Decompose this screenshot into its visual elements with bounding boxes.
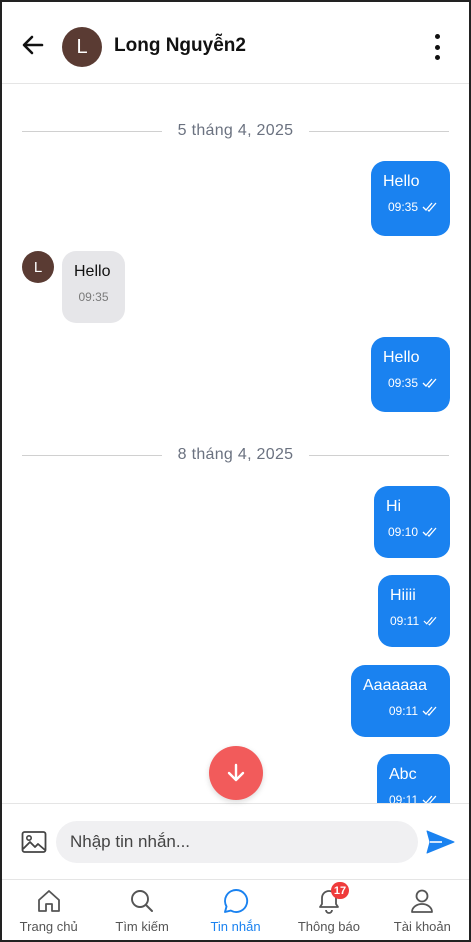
outgoing-message[interactable]: Abc 09:11 [377,754,450,803]
nav-label: Tài khoản [393,919,451,934]
chat-icon [223,889,248,913]
arrow-down-icon [227,763,245,782]
nav-label: Thông báo [297,919,360,934]
message-text: Hello [383,349,420,366]
outgoing-message[interactable]: Hello 09:35 [371,161,450,236]
double-check-icon [422,527,437,537]
sender-avatar[interactable]: L [22,251,54,283]
nav-item-home[interactable]: Trang chủ [2,880,95,940]
outgoing-message[interactable]: Hiiii 09:11 [378,575,450,647]
date-separator-text: 5 tháng 4, 2025 [177,122,294,139]
message-text: Aaaaaaa [363,677,428,694]
outgoing-message[interactable]: Hello 09:35 [371,337,450,412]
outgoing-message[interactable]: Aaaaaaa 09:11 [351,665,450,737]
nav-label: Tìm kiếm [115,919,169,934]
message-time: 09:11 [390,614,420,628]
nav-label: Trang chủ [19,919,78,934]
search-icon [131,890,154,912]
message-time: 09:11 [388,704,418,718]
bottom-nav: Trang chủ Tìm kiếm Tin nhắn 17 Thông báo… [2,879,469,940]
scroll-to-bottom-button[interactable] [209,746,263,800]
message-text: Hi [386,498,402,515]
message-text: Hiiii [390,587,416,604]
nav-item-search[interactable]: Tìm kiếm [95,880,188,940]
double-check-icon [422,795,437,803]
more-options-icon[interactable] [430,34,444,60]
date-separator: 5 tháng 4, 2025 [22,121,449,141]
notification-badge: 17 [330,882,350,899]
message-time: 09:35 [387,376,418,390]
double-check-icon [422,202,437,212]
image-attach-icon[interactable] [21,830,47,854]
nav-item-account[interactable]: Tài khoản [376,880,469,940]
user-icon [411,889,434,913]
double-check-icon [423,616,437,626]
send-icon[interactable] [425,829,455,855]
chat-screen: L Long Nguyễn2 5 tháng 4, 2025 Hello 09:… [0,0,471,942]
contact-avatar[interactable]: L [62,27,102,67]
contact-name[interactable]: Long Nguyễn2 [114,35,246,57]
message-time: 09:35 [387,200,418,214]
message-time: 09:11 [389,793,419,803]
message-input[interactable] [56,821,418,863]
home-icon [37,890,60,912]
message-time: 09:35 [78,290,109,304]
incoming-message[interactable]: Hello 09:35 [62,251,125,323]
message-time: 09:10 [387,525,418,539]
message-text: Hello [383,173,420,190]
chat-header: L Long Nguyễn2 [2,2,469,84]
date-separator: 8 tháng 4, 2025 [22,445,449,465]
message-composer [2,803,469,879]
outgoing-message[interactable]: Hi 09:10 [374,486,450,558]
message-text: Hello [74,263,111,280]
date-separator-text: 8 tháng 4, 2025 [177,446,294,463]
back-arrow-icon[interactable] [20,32,46,58]
message-list[interactable]: 5 tháng 4, 2025 Hello 09:35 L Hello 09:3… [2,85,469,803]
nav-item-messages[interactable]: Tin nhắn [189,880,282,940]
message-text: Abc [389,766,417,783]
double-check-icon [422,706,437,716]
double-check-icon [422,378,437,388]
nav-label: Tin nhắn [210,919,261,934]
nav-item-notifications[interactable]: 17 Thông báo [282,880,375,940]
